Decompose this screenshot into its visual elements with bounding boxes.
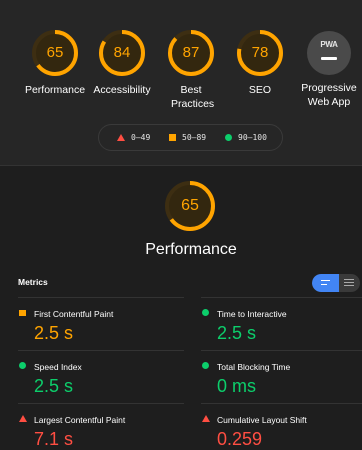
metric-value: 2.5 s: [217, 323, 257, 343]
gauge-score: 78: [251, 44, 269, 61]
fail-triangle-icon: [19, 415, 27, 422]
expanded-view-icon: [344, 279, 354, 280]
metric-value: 2.5 s: [34, 323, 74, 343]
gauge-label: SEO: [248, 84, 272, 96]
gauge-pwa[interactable]: PWA Progressive Web App: [291, 29, 362, 109]
average-square-icon: [19, 310, 26, 316]
metric-title: Speed Index: [34, 362, 82, 372]
pass-circle-icon: [225, 134, 232, 141]
section-divider: [0, 165, 362, 166]
expanded-view-icon-line: [344, 285, 354, 286]
metric-divider: [201, 350, 362, 351]
compact-view-icon-line: [321, 284, 327, 286]
legend-average-label: 50–89: [182, 133, 207, 142]
gauge-label: Progressive Web App: [301, 82, 357, 108]
category-gauges: 65 Performance 84 Accessibility 87 Best …: [0, 0, 362, 165]
legend-fail-label: 0–49: [131, 133, 151, 142]
metric-title: Total Blocking Time: [217, 362, 291, 372]
pwa-badge-icon: PWA: [307, 31, 351, 75]
metric-value: 7.1 s: [34, 429, 74, 449]
expanded-view-button[interactable]: [339, 274, 360, 292]
metric-title: Largest Contentful Paint: [34, 415, 126, 425]
average-square-icon: [169, 134, 176, 141]
gauge-label: Performance: [24, 84, 86, 96]
performance-main-gauge: 65: [164, 180, 216, 232]
metric-divider: [18, 297, 184, 298]
fail-triangle-icon: [202, 415, 210, 422]
gauge-performance[interactable]: 65 Performance: [17, 29, 93, 97]
legend-pass-label: 90–100: [238, 133, 267, 142]
compact-view-icon: [321, 280, 330, 282]
category-title: Performance: [145, 241, 237, 258]
metrics-view-toggle[interactable]: [312, 274, 360, 292]
gauge-label: Accessibility: [93, 84, 151, 96]
metrics-heading: Metrics: [18, 277, 48, 287]
metric-divider: [201, 403, 362, 404]
gauge-score: 84: [113, 44, 131, 61]
legend-fail: 0–49: [117, 125, 150, 150]
pass-circle-icon: [202, 309, 209, 316]
score-legend: 0–49 50–89 90–100: [98, 124, 283, 151]
metric-divider: [18, 350, 184, 351]
pass-circle-icon: [202, 362, 209, 369]
metric-title: First Contentful Paint: [34, 309, 114, 319]
metric-value: 0.259: [217, 429, 263, 449]
pass-circle-icon: [19, 362, 26, 369]
compact-view-button[interactable]: [312, 274, 339, 292]
fail-triangle-icon: [117, 134, 125, 141]
metric-title: Cumulative Layout Shift: [217, 415, 307, 425]
pwa-badge-text: PWA: [320, 40, 338, 49]
gauge-accessibility[interactable]: 84 Accessibility: [84, 29, 160, 97]
pwa-dash: [321, 57, 337, 60]
gauge-score: 87: [182, 44, 200, 61]
legend-average: 50–89: [169, 125, 206, 150]
metric-divider: [201, 297, 362, 298]
metric-value: 0 ms: [217, 376, 257, 396]
gauge-best-practices[interactable]: 87 Best Practices: [153, 29, 229, 111]
gauge-score: 65: [46, 44, 64, 61]
metric-divider: [18, 403, 184, 404]
expanded-view-icon-line: [344, 282, 354, 283]
metric-title: Time to Interactive: [217, 309, 287, 319]
metric-value: 2.5 s: [34, 376, 74, 396]
gauge-label: Best Practices: [171, 84, 215, 110]
gauge-seo[interactable]: 78 SEO: [222, 29, 298, 97]
legend-pass: 90–100: [225, 125, 267, 150]
main-score: 65: [181, 197, 199, 214]
